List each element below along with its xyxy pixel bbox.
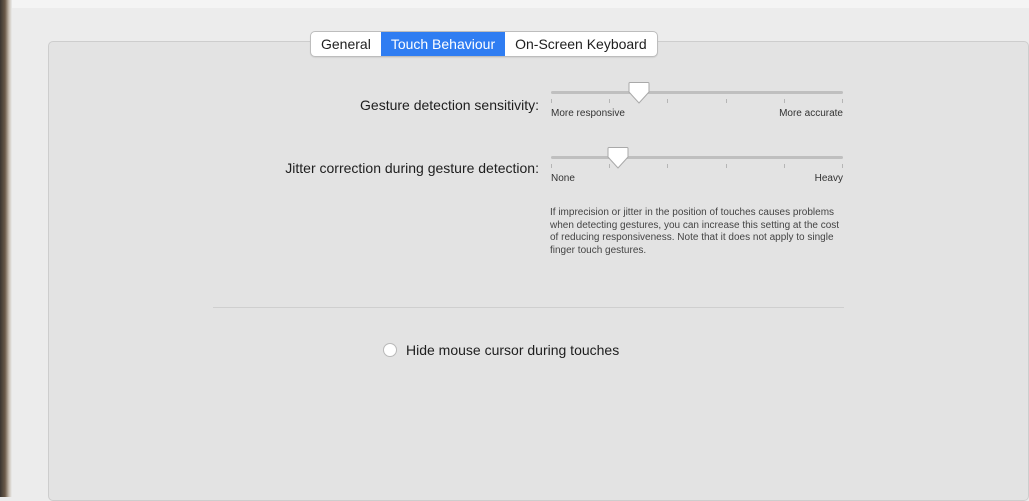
- slider-tick: [726, 99, 727, 103]
- window-top-edge: [12, 0, 1029, 8]
- jitter-help-text: If imprecision or jitter in the position…: [550, 207, 840, 256]
- jitter-correction-label: Jitter correction during gesture detecti…: [285, 160, 539, 176]
- window-edge: [0, 0, 12, 497]
- slider-tick: [667, 99, 668, 103]
- slider-tick: [842, 99, 843, 103]
- tab-touch-behaviour[interactable]: Touch Behaviour: [380, 32, 506, 56]
- tab-on-screen-keyboard[interactable]: On-Screen Keyboard: [505, 32, 657, 56]
- slider-tick: [551, 99, 552, 103]
- hide-cursor-checkbox[interactable]: [383, 343, 397, 357]
- slider-tick: [551, 164, 552, 168]
- jitter-correction-slider[interactable]: None Heavy: [551, 146, 843, 189]
- slider-tick: [784, 164, 785, 168]
- slider-track: [551, 156, 843, 159]
- slider-tick: [842, 164, 843, 168]
- slider-thumb[interactable]: [607, 146, 629, 170]
- hide-cursor-label: Hide mouse cursor during touches: [406, 342, 620, 358]
- slider-tick: [609, 99, 610, 103]
- slider-max-label: More accurate: [779, 108, 843, 119]
- slider-min-label: None: [551, 173, 575, 184]
- tab-general[interactable]: General: [311, 32, 381, 56]
- slider-tick: [667, 164, 668, 168]
- slider-max-label: Heavy: [814, 173, 843, 184]
- slider-min-label: More responsive: [551, 108, 625, 119]
- slider-tick: [784, 99, 785, 103]
- slider-tick: [609, 164, 610, 168]
- slider-track: [551, 91, 843, 94]
- tab-bar: General Touch Behaviour On-Screen Keyboa…: [310, 31, 658, 57]
- gesture-sensitivity-label: Gesture detection sensitivity:: [360, 97, 539, 113]
- slider-tick: [726, 164, 727, 168]
- divider: [213, 307, 844, 308]
- slider-thumb[interactable]: [628, 81, 650, 105]
- hide-cursor-option[interactable]: Hide mouse cursor during touches: [383, 342, 619, 358]
- gesture-sensitivity-slider[interactable]: More responsive More accurate: [551, 81, 843, 124]
